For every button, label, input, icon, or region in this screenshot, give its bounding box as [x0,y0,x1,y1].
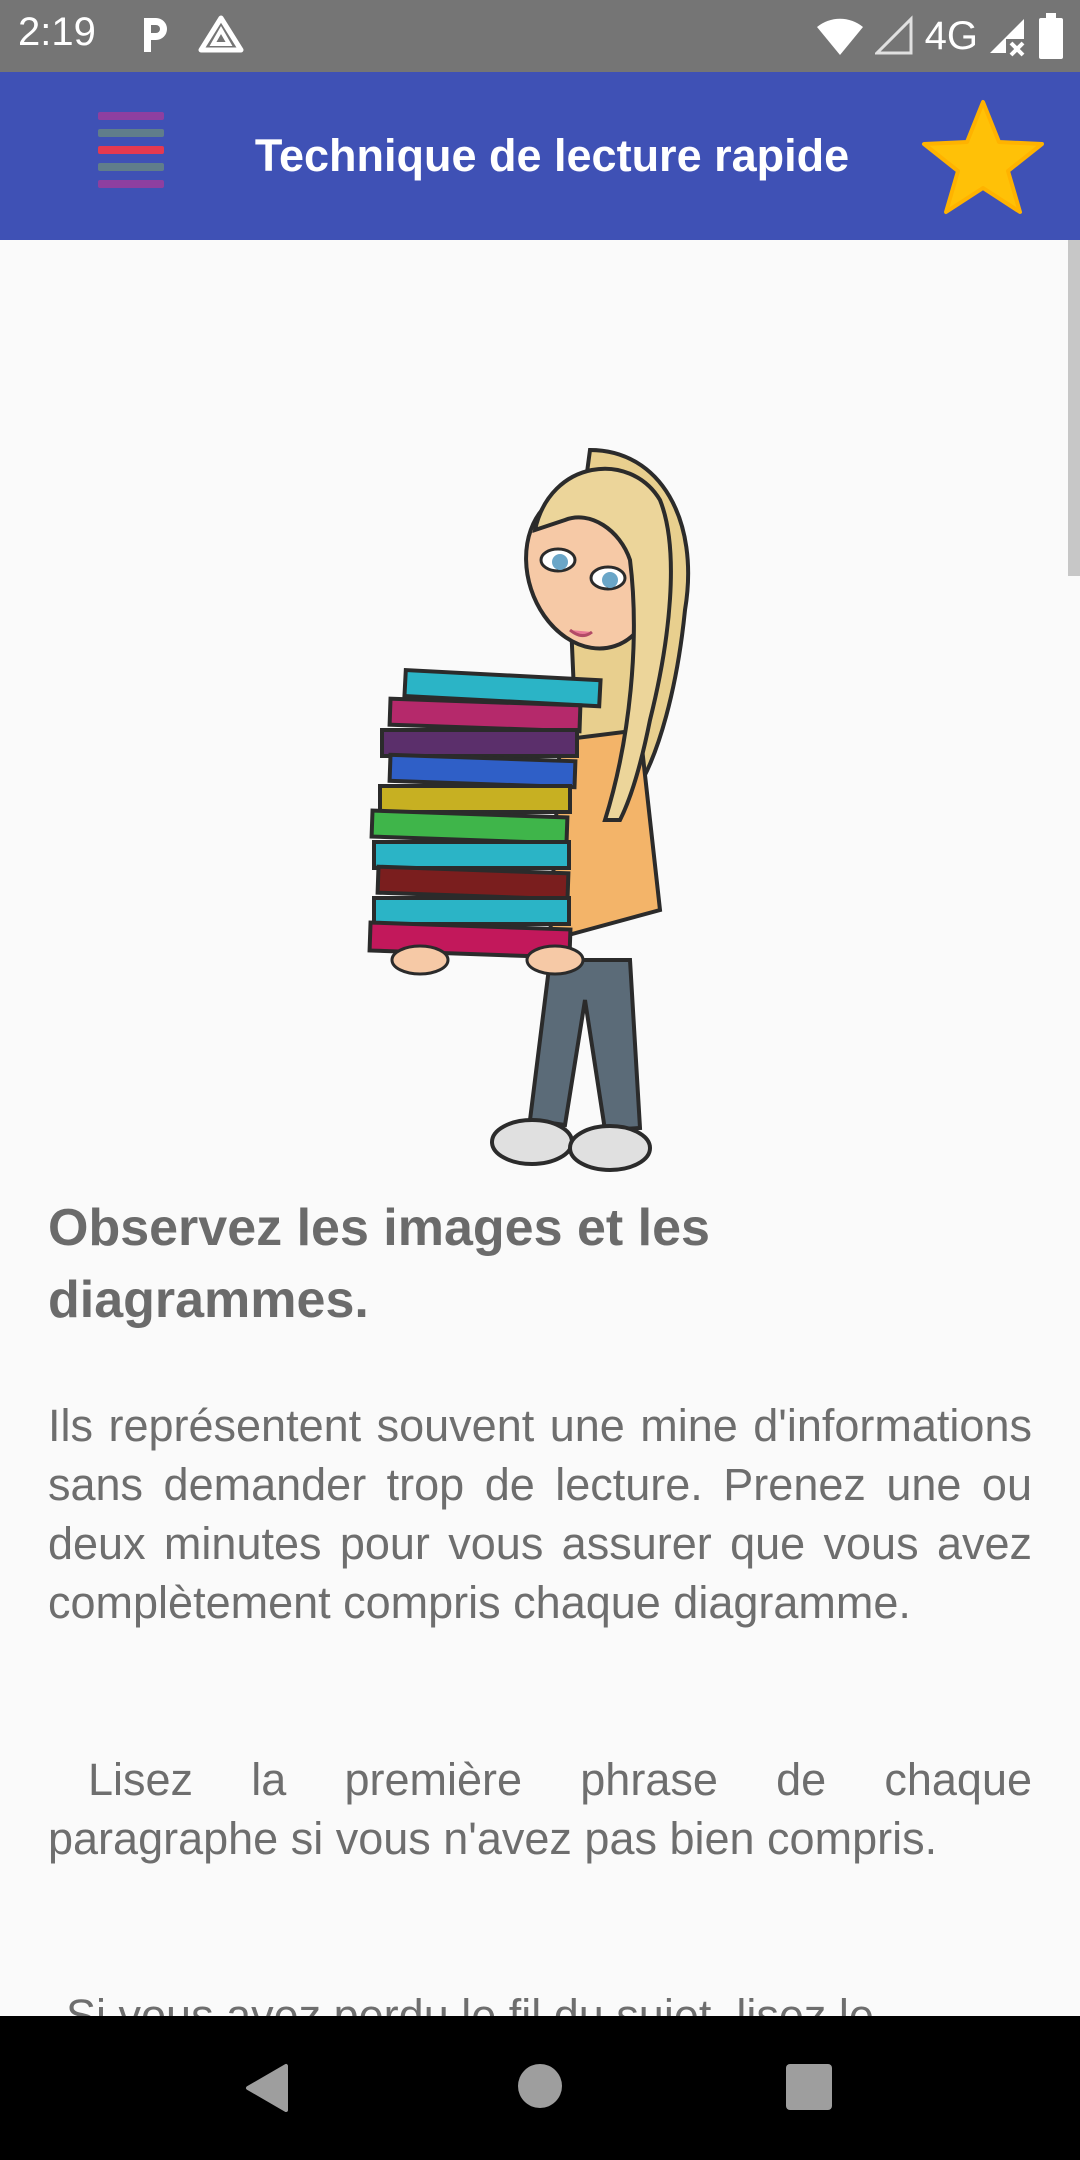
girl-with-books-illustration [367,447,691,1172]
network-type: 4G [924,13,978,58]
home-icon[interactable] [518,2064,562,2108]
status-icons: 4G [815,8,1064,64]
app-bar: Technique de lecture rapide [0,72,1080,240]
drive-icon [198,15,244,53]
signal-x-icon [990,19,1025,57]
scrollbar[interactable] [1068,240,1080,576]
status-bar: 2:19 4G [0,0,1080,72]
signal-empty-icon [874,15,913,55]
section-heading: Observez les images et les diagrammes. [48,1199,710,1329]
paragraph-3: Si vous avez perdu le fil du sujet, lise… [66,1990,874,2016]
status-time: 2:19 [18,10,96,54]
paragraph-2: Lisez la première phrase de chaque parag… [48,1754,1032,1864]
content-area[interactable]: Observez les images et les diagrammes. I… [0,240,1080,2016]
star-icon[interactable] [918,96,1048,218]
paragraph-1: Ils représentent souvent une mine d'info… [48,1400,1032,1628]
wifi-icon [816,18,863,55]
recents-icon[interactable] [786,2064,832,2110]
battery-icon [1039,13,1063,59]
parking-icon [144,18,167,52]
back-icon[interactable] [244,2062,290,2114]
navigation-bar [0,2016,1080,2160]
